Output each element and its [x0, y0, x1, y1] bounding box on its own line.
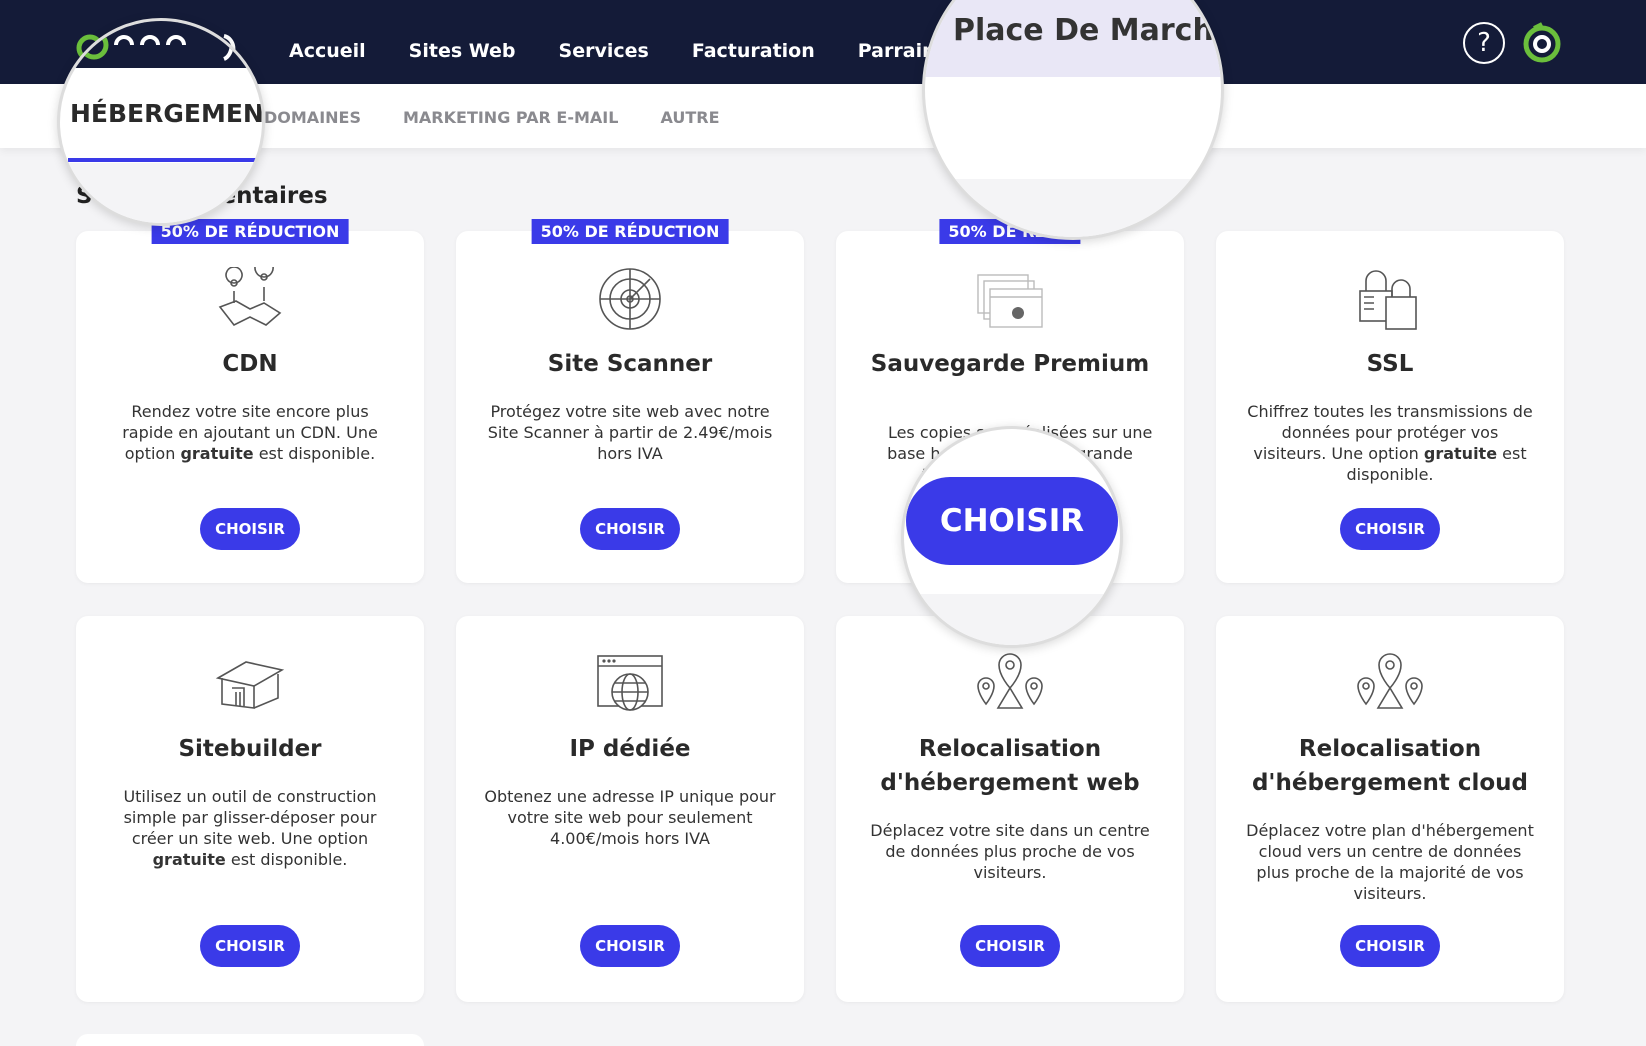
- card-ssl: SSL Chiffrez toutes les transmissions de…: [1216, 231, 1564, 583]
- magnified-background: [60, 163, 262, 223]
- choose-button[interactable]: CHOISIR: [580, 508, 680, 550]
- location-pins-icon: [1357, 653, 1423, 709]
- card-title: Relocalisation d'hébergement cloud: [1251, 736, 1529, 796]
- location-pins-icon: [977, 653, 1043, 709]
- card-relocalisation-web: Relocalisation d'hébergement web Déplace…: [836, 616, 1184, 1002]
- nav-services[interactable]: Services: [559, 40, 649, 62]
- card-description: Rendez votre site encore plus rapide en …: [122, 402, 378, 463]
- magnifier-place-de-marche: Place De Marché: [922, 0, 1224, 240]
- backup-windows-icon: [977, 274, 1043, 328]
- choose-button[interactable]: CHOISIR: [960, 925, 1060, 967]
- choose-button[interactable]: CHOISIR: [580, 925, 680, 967]
- card-partial: [76, 1034, 424, 1046]
- choose-button[interactable]: CHOISIR: [1340, 925, 1440, 967]
- nav-sites-web[interactable]: Sites Web: [409, 40, 516, 62]
- card-description: Obtenez une adresse IP unique pour votre…: [484, 787, 776, 848]
- padlocks-icon: [1359, 270, 1417, 330]
- card-sitebuilder: Sitebuilder Utilisez un outil de constru…: [76, 616, 424, 1002]
- card-relocalisation-cloud: Relocalisation d'hébergement cloud Dépla…: [1216, 616, 1564, 1002]
- magnified-background: [904, 594, 1120, 645]
- card-title: IP dédiée: [569, 736, 691, 762]
- magnifier-choose-button: CHOISIR: [901, 426, 1123, 648]
- subnav-domaines[interactable]: DOMAINES: [264, 108, 361, 127]
- map-pins-icon: [218, 267, 282, 327]
- active-tab-indicator: [68, 158, 258, 162]
- subnav-hebergement[interactable]: HÉBERGEMENT: [70, 99, 262, 128]
- subnav-autre[interactable]: AUTRE: [660, 108, 719, 127]
- nav-place-de-marche[interactable]: Place De Marché: [953, 13, 1221, 48]
- card-description: Protégez votre site web avec notre Site …: [487, 402, 773, 463]
- card-site-scanner: 50% DE RÉDUCTION Site Scanner Protégez v…: [456, 219, 804, 583]
- subnav-marketing-email[interactable]: MARKETING PAR E-MAIL: [403, 108, 618, 127]
- card-description: Utilisez un outil de construction simple…: [123, 787, 377, 869]
- main-nav: Accueil Sites Web Services Facturation P…: [289, 40, 962, 62]
- choose-button[interactable]: CHOISIR: [200, 925, 300, 967]
- brand-swirl-icon[interactable]: [1522, 22, 1562, 64]
- siteground-logo: [79, 29, 234, 61]
- magnified-background: [925, 179, 1221, 237]
- card-description: Déplacez votre plan d'hébergement cloud …: [1246, 821, 1534, 903]
- card-title: Relocalisation d'hébergement web: [880, 736, 1140, 796]
- card-ip-dediee: IP dédiée Obtenez une adresse IP unique …: [456, 616, 804, 1002]
- card-title: Sitebuilder: [178, 736, 322, 762]
- card-title: SSL: [1366, 351, 1414, 377]
- card-title: CDN: [222, 351, 278, 377]
- globe-window-icon: [597, 655, 663, 711]
- card-title: Site Scanner: [547, 351, 713, 377]
- choose-button[interactable]: CHOISIR: [1340, 508, 1440, 550]
- help-icon[interactable]: ?: [1463, 22, 1505, 64]
- card-description: Déplacez votre site dans un centre de do…: [870, 821, 1150, 882]
- choose-button-sauvegarde[interactable]: CHOISIR: [906, 477, 1118, 565]
- choose-button[interactable]: CHOISIR: [200, 508, 300, 550]
- radar-icon: [599, 268, 661, 330]
- house-icon: [215, 661, 285, 709]
- nav-facturation[interactable]: Facturation: [692, 40, 815, 62]
- magnified-navbar: [60, 21, 262, 68]
- discount-badge: 50% DE RÉDUCTION: [531, 219, 729, 244]
- card-description: Chiffrez toutes les transmissions de don…: [1247, 402, 1533, 484]
- sub-nav: DOMAINES MARKETING PAR E-MAIL AUTRE: [264, 108, 720, 127]
- nav-accueil[interactable]: Accueil: [289, 40, 366, 62]
- card-title: Sauvegarde Premium: [870, 351, 1150, 377]
- magnifier-hebergement-tab: HÉBERGEMENT: [57, 18, 265, 226]
- card-cdn: 50% DE RÉDUCTION CDN Rendez votre site e…: [76, 219, 424, 583]
